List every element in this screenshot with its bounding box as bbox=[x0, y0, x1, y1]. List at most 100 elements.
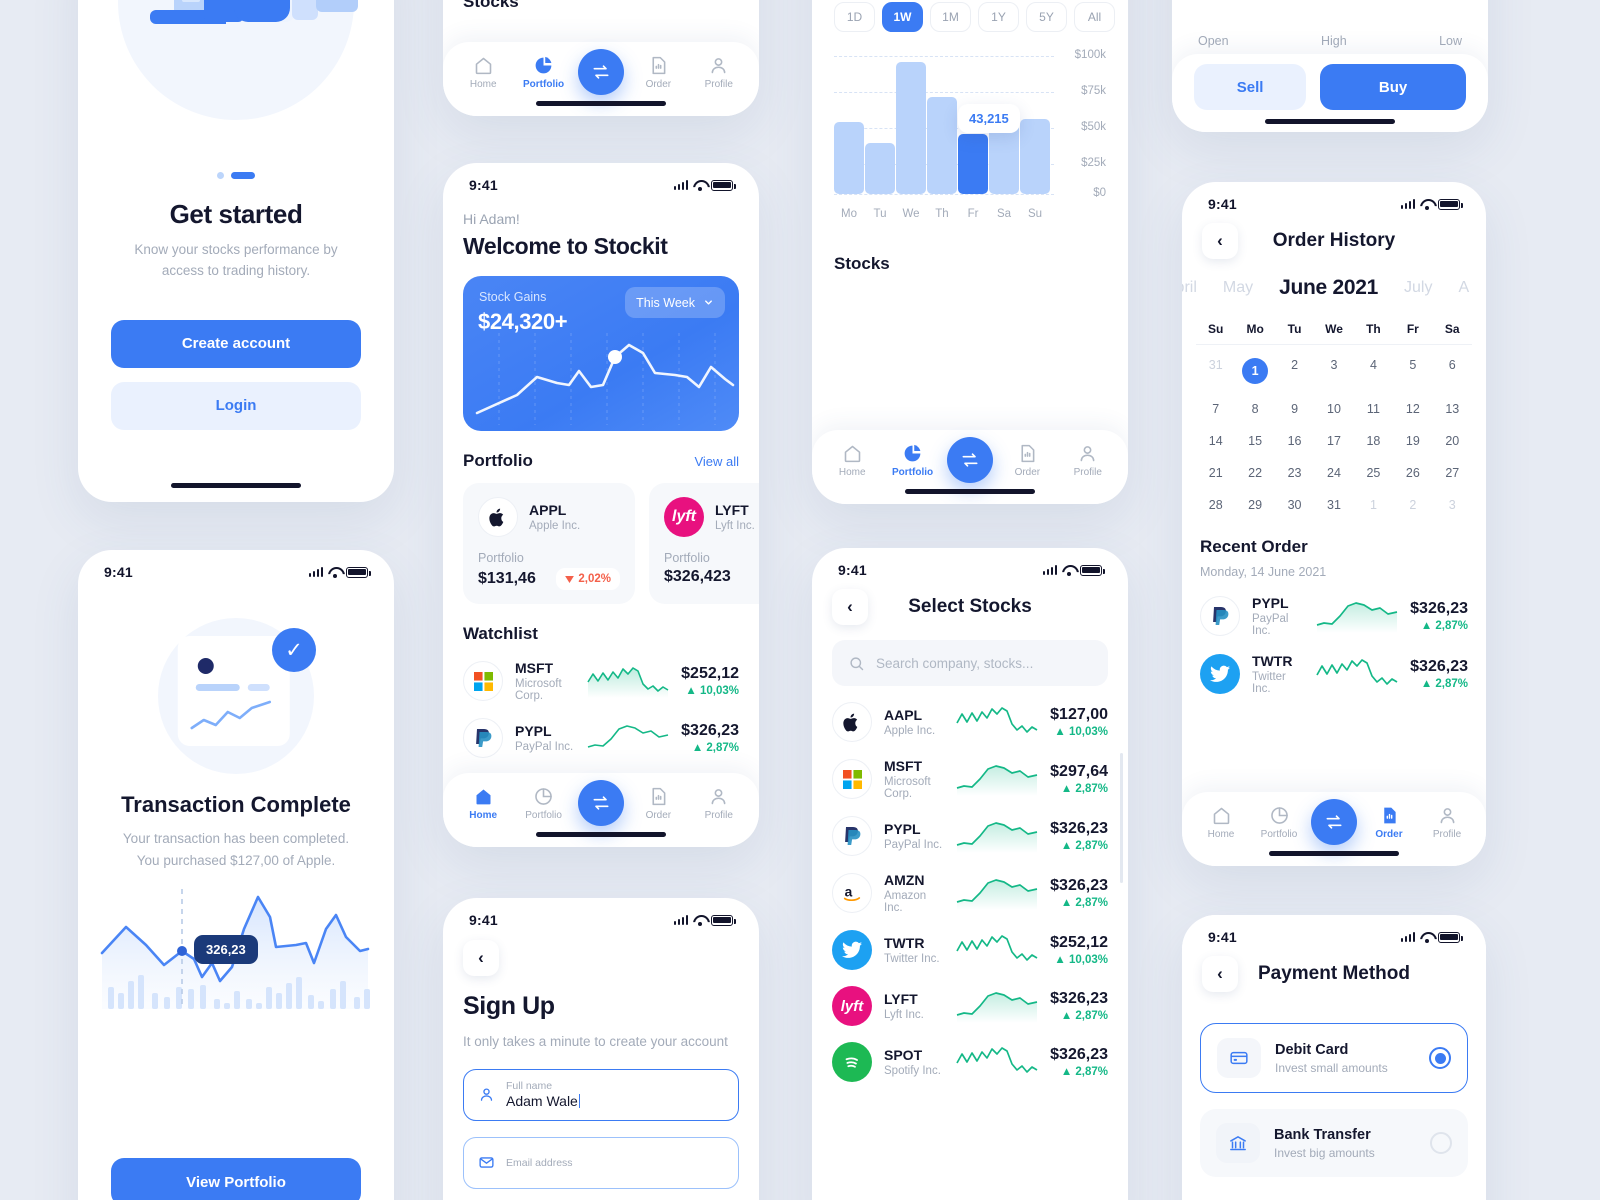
portfolio-card[interactable]: APPL Apple Inc. Portfolio $131,46 2,02% bbox=[463, 483, 635, 604]
calendar-day[interactable]: 6 bbox=[1433, 349, 1472, 393]
calendar-day[interactable]: 19 bbox=[1393, 425, 1432, 457]
calendar-day[interactable]: 2 bbox=[1275, 349, 1314, 393]
calendar-day[interactable]: 14 bbox=[1196, 425, 1235, 457]
range-1d[interactable]: 1D bbox=[834, 2, 875, 32]
calendar-day[interactable]: 9 bbox=[1275, 393, 1314, 425]
calendar-day[interactable]: 1 bbox=[1354, 489, 1393, 521]
month-august[interactable]: A bbox=[1445, 279, 1482, 297]
back-button[interactable]: ‹ bbox=[832, 589, 868, 625]
calendar-day[interactable]: 26 bbox=[1393, 457, 1432, 489]
swap-button[interactable] bbox=[577, 49, 624, 95]
calendar-day[interactable]: 10 bbox=[1314, 393, 1353, 425]
stock-row[interactable]: SPOT Spotify Inc. $326,23 ▲ 2,87% bbox=[812, 1042, 1128, 1082]
calendar-day[interactable]: 2 bbox=[1393, 489, 1432, 521]
watchlist-item[interactable]: MSFT Microsoft Corp. $252,12 ▲ 10,03% bbox=[443, 660, 759, 702]
stock-row[interactable]: AAPL Apple Inc. $127,00 ▲ 10,03% bbox=[812, 702, 1128, 742]
price: $127,00 bbox=[1050, 706, 1108, 723]
order-row[interactable]: TWTR Twitter Inc. $326,23 ▲ 2,87% bbox=[1182, 653, 1486, 695]
tab-profile[interactable]: Profile bbox=[693, 55, 745, 90]
radio-bank-transfer[interactable] bbox=[1430, 1132, 1452, 1154]
swap-button[interactable] bbox=[1311, 799, 1357, 845]
back-button[interactable]: ‹ bbox=[1202, 956, 1238, 992]
payment-option-bank-transfer[interactable]: Bank Transfer Invest big amounts bbox=[1200, 1109, 1468, 1177]
calendar-day[interactable]: 3 bbox=[1314, 349, 1353, 393]
email-field[interactable]: Email address bbox=[463, 1136, 739, 1189]
calendar-day[interactable]: 25 bbox=[1354, 457, 1393, 489]
view-portfolio-button[interactable]: View Portfolio bbox=[111, 1158, 361, 1200]
month-april[interactable]: April bbox=[1182, 279, 1210, 297]
calendar-day[interactable]: 11 bbox=[1354, 393, 1393, 425]
month-may[interactable]: May bbox=[1210, 279, 1266, 297]
calendar-day[interactable]: 27 bbox=[1433, 457, 1472, 489]
swap-button[interactable] bbox=[946, 437, 993, 483]
period-select[interactable]: This Week bbox=[625, 287, 725, 318]
company-name: Spotify Inc. bbox=[884, 1065, 941, 1077]
calendar-day[interactable]: 8 bbox=[1235, 393, 1274, 425]
tab-home[interactable]: Home bbox=[826, 443, 878, 478]
watchlist-item[interactable]: PYPL PayPal Inc. $326,23 ▲ 2,87% bbox=[443, 718, 759, 758]
tab-order[interactable]: Order bbox=[1363, 805, 1415, 840]
tab-portfolio[interactable]: Portfolio bbox=[887, 443, 939, 478]
calendar-day[interactable]: 23 bbox=[1275, 457, 1314, 489]
tab-profile[interactable]: Profile bbox=[1421, 805, 1473, 840]
calendar-day[interactable]: 4 bbox=[1354, 349, 1393, 393]
calendar-day[interactable]: 7 bbox=[1196, 393, 1235, 425]
calendar-day[interactable]: 3 bbox=[1433, 489, 1472, 521]
calendar-day[interactable]: 31 bbox=[1314, 489, 1353, 521]
calendar-day[interactable]: 22 bbox=[1235, 457, 1274, 489]
stock-row[interactable]: a AMZN Amazon Inc. $326,23 ▲ 2,87% bbox=[812, 872, 1128, 914]
tab-order[interactable]: Order bbox=[632, 55, 684, 90]
tab-portfolio[interactable]: Portfolio bbox=[1253, 805, 1305, 840]
calendar-day[interactable]: 12 bbox=[1393, 393, 1432, 425]
tab-order[interactable]: Order bbox=[632, 786, 684, 821]
calendar-day[interactable]: 15 bbox=[1235, 425, 1274, 457]
stock-row[interactable]: PYPL PayPal Inc. $326,23 ▲ 2,87% bbox=[812, 816, 1128, 856]
month-carousel[interactable]: April May June 2021 July A bbox=[1182, 268, 1486, 308]
range-5y[interactable]: 5Y bbox=[1026, 2, 1067, 32]
view-all-link[interactable]: View all bbox=[694, 454, 739, 469]
back-button[interactable]: ‹ bbox=[1202, 223, 1238, 259]
range-1w[interactable]: 1W bbox=[882, 2, 923, 32]
calendar-day[interactable]: 20 bbox=[1433, 425, 1472, 457]
calendar-day[interactable]: 24 bbox=[1314, 457, 1353, 489]
calendar-day[interactable]: 13 bbox=[1433, 393, 1472, 425]
calendar-day[interactable]: 30 bbox=[1275, 489, 1314, 521]
stock-row[interactable]: TWTR Twitter Inc. $252,12 ▲ 10,03% bbox=[812, 930, 1128, 970]
calendar-day[interactable]: 29 bbox=[1235, 489, 1274, 521]
calendar-day-selected[interactable]: 1 bbox=[1235, 349, 1274, 393]
tab-home[interactable]: Home bbox=[457, 786, 509, 821]
tab-home[interactable]: Home bbox=[457, 55, 509, 90]
tab-home[interactable]: Home bbox=[1195, 805, 1247, 840]
calendar-day[interactable]: 31 bbox=[1196, 349, 1235, 393]
calendar-day[interactable]: 21 bbox=[1196, 457, 1235, 489]
calendar-day[interactable]: 17 bbox=[1314, 425, 1353, 457]
portfolio-card[interactable]: lyft LYFT Lyft Inc. Portfolio $326,423 bbox=[649, 483, 759, 604]
tab-profile[interactable]: Profile bbox=[1062, 443, 1114, 478]
range-1m[interactable]: 1M bbox=[930, 2, 971, 32]
range-all[interactable]: All bbox=[1074, 2, 1115, 32]
tab-order[interactable]: Order bbox=[1001, 443, 1053, 478]
stock-row[interactable]: lyft LYFT Lyft Inc. $326,23 ▲ 2,87% bbox=[812, 986, 1128, 1026]
tab-portfolio[interactable]: Portfolio bbox=[518, 55, 570, 90]
calendar-day[interactable]: 16 bbox=[1275, 425, 1314, 457]
stock-row[interactable]: MSFT Microsoft Corp. $297,64 ▲ 2,87% bbox=[812, 758, 1128, 800]
full-name-field[interactable]: Full name Adam Wale bbox=[463, 1068, 739, 1121]
sell-button[interactable]: Sell bbox=[1194, 64, 1307, 110]
search-input[interactable]: Search company, stocks... bbox=[832, 640, 1108, 686]
range-1y[interactable]: 1Y bbox=[978, 2, 1019, 32]
calendar-day[interactable]: 18 bbox=[1354, 425, 1393, 457]
login-button[interactable]: Login bbox=[111, 381, 361, 430]
buy-button[interactable]: Buy bbox=[1320, 64, 1466, 110]
tab-portfolio[interactable]: Portfolio bbox=[518, 786, 570, 821]
swap-button[interactable] bbox=[577, 780, 624, 826]
radio-debit-card[interactable] bbox=[1429, 1047, 1451, 1069]
tab-profile[interactable]: Profile bbox=[693, 786, 745, 821]
create-account-button[interactable]: Create account bbox=[111, 319, 361, 368]
order-row[interactable]: PYPL PayPal Inc. $326,23 ▲ 2,87% bbox=[1182, 595, 1486, 637]
calendar-day[interactable]: 5 bbox=[1393, 349, 1432, 393]
back-button[interactable]: ‹ bbox=[463, 940, 499, 976]
payment-option-debit-card[interactable]: Debit Card Invest small amounts bbox=[1200, 1023, 1468, 1093]
calendar-day[interactable]: 28 bbox=[1196, 489, 1235, 521]
scrollbar[interactable] bbox=[1120, 753, 1123, 883]
month-july[interactable]: July bbox=[1391, 279, 1445, 297]
